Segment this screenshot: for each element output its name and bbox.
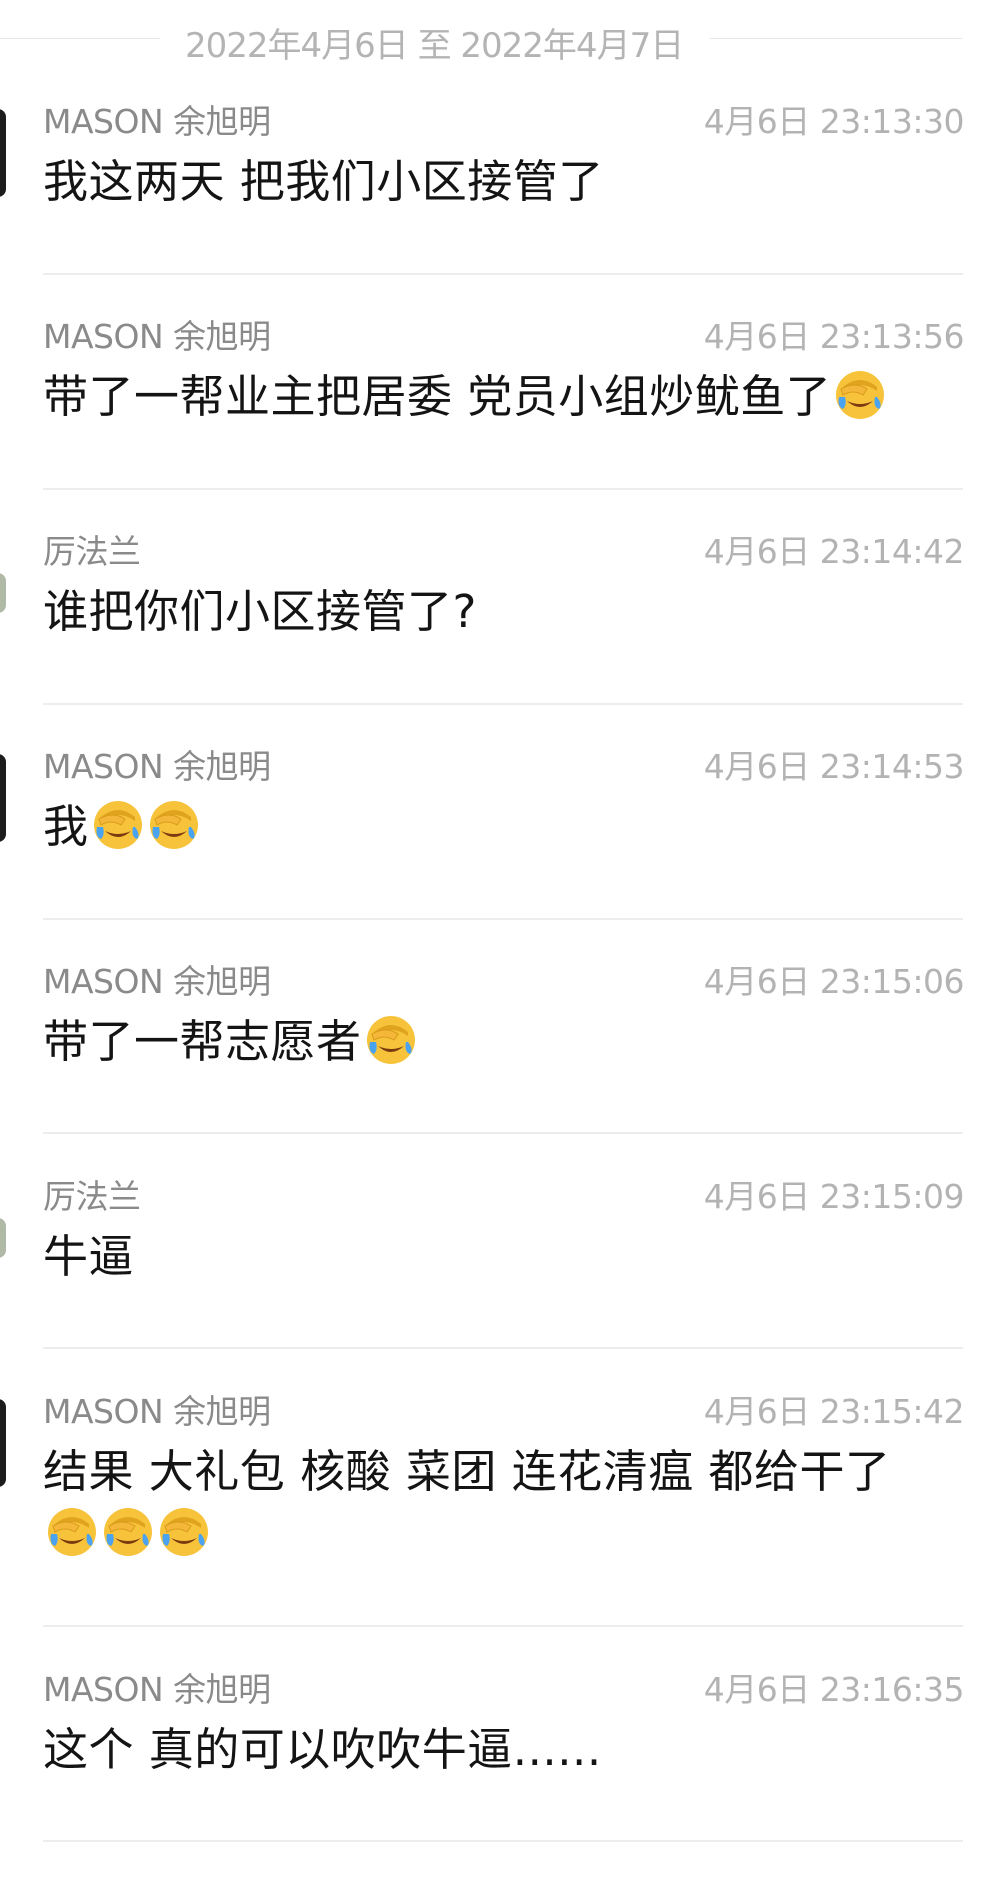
face-palm-crying-emoji-icon	[48, 1508, 96, 1556]
message-text: 结果 大礼包 核酸 菜团 连花清瘟 都给干了	[43, 1445, 891, 1498]
date-range-header: 2022年4月6日 至 2022年4月7日	[0, 0, 1008, 80]
message-divider	[43, 1132, 963, 1134]
sender-name: 厉法兰	[43, 1177, 141, 1216]
avatar[interactable]	[0, 573, 6, 613]
message-text: 带了一帮业主把居委 党员小组炒鱿鱼了	[43, 370, 832, 423]
message-divider	[43, 1840, 963, 1842]
avatar[interactable]	[0, 754, 6, 842]
sender-name: MASON 余旭明	[43, 317, 271, 356]
message-text: 谁把你们小区接管了?	[43, 585, 477, 638]
message-timestamp: 4月6日 23:14:42	[703, 532, 965, 571]
message-divider	[43, 273, 963, 275]
sender-name: MASON 余旭明	[43, 747, 271, 786]
face-palm-crying-emoji-icon	[366, 1016, 415, 1064]
message-content: 这个 真的可以吹吹牛逼......	[43, 1719, 943, 1781]
sender-name: MASON 余旭明	[43, 1392, 271, 1431]
message-content: 我	[43, 796, 943, 858]
message-timestamp: 4月6日 23:16:35	[703, 1670, 965, 1709]
avatar[interactable]	[0, 1399, 6, 1487]
message-text: 我这两天 把我们小区接管了	[43, 155, 604, 208]
face-palm-crying-emoji-icon	[160, 1508, 208, 1556]
message-content: 我这两天 把我们小区接管了	[43, 151, 943, 213]
message-divider	[43, 1625, 963, 1627]
message-divider	[43, 1347, 963, 1349]
message-content: 谁把你们小区接管了?	[43, 581, 943, 643]
message-content: 带了一帮业主把居委 党员小组炒鱿鱼了	[43, 366, 943, 428]
face-palm-crying-emoji-icon	[149, 801, 198, 849]
message-content: 牛逼	[43, 1226, 943, 1288]
face-palm-crying-emoji-icon	[836, 371, 885, 419]
face-palm-crying-emoji-icon	[93, 801, 142, 849]
avatar[interactable]	[0, 1218, 6, 1258]
message-text: 牛逼	[43, 1230, 135, 1283]
message-divider	[43, 703, 963, 705]
message-content: 结果 大礼包 核酸 菜团 连花清瘟 都给干了	[43, 1441, 943, 1565]
sender-name: 厉法兰	[43, 532, 141, 571]
message-text: 我	[43, 800, 89, 853]
message-timestamp: 4月6日 23:13:30	[703, 102, 965, 141]
avatar[interactable]	[0, 109, 6, 197]
message-timestamp: 4月6日 23:14:53	[703, 747, 965, 786]
sender-name: MASON 余旭明	[43, 962, 271, 1001]
sender-name: MASON 余旭明	[43, 1670, 271, 1709]
face-palm-crying-emoji-icon	[104, 1508, 152, 1556]
message-timestamp: 4月6日 23:15:06	[703, 962, 965, 1001]
date-range-text: 2022年4月6日 至 2022年4月7日	[185, 26, 684, 66]
message-text: 带了一帮志愿者	[43, 1015, 362, 1068]
sender-name: MASON 余旭明	[43, 102, 271, 141]
message-timestamp: 4月6日 23:13:56	[703, 317, 965, 356]
message-timestamp: 4月6日 23:15:42	[703, 1392, 965, 1431]
message-divider	[43, 918, 963, 920]
message-text: 这个 真的可以吹吹牛逼......	[43, 1723, 602, 1776]
date-rule-right	[710, 38, 962, 39]
message-timestamp: 4月6日 23:15:09	[703, 1177, 965, 1216]
message-content: 带了一帮志愿者	[43, 1011, 943, 1073]
date-rule-left	[0, 38, 160, 39]
message-divider	[43, 488, 963, 490]
